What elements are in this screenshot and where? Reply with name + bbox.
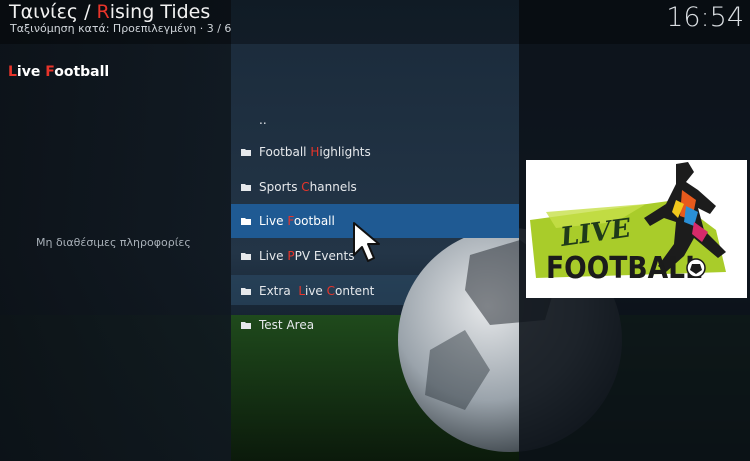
no-info-text: Μη διαθέσιμες πληροφορίες bbox=[36, 236, 191, 249]
parent-directory-label: .. bbox=[259, 113, 267, 127]
breadcrumb-title: Ταινίες / Rising Tides bbox=[9, 1, 210, 23]
info-title-b: ootball bbox=[54, 64, 110, 80]
live-football-logo: LIVE FOOTBALL bbox=[526, 160, 747, 298]
logo-word-football: FOOTBALL bbox=[546, 251, 702, 286]
clock: 16:54 bbox=[666, 2, 744, 33]
folder-icon bbox=[241, 287, 251, 295]
list-item-sports-channels[interactable]: Sports Channels bbox=[231, 170, 519, 204]
list-item-label: Football Highlights bbox=[259, 145, 371, 159]
title-prefix: Ταινίες / bbox=[9, 1, 97, 23]
list-item-extra-live-content[interactable]: Extra Live Content bbox=[231, 274, 519, 308]
parent-directory-item[interactable]: .. bbox=[231, 103, 519, 137]
list-item-football-highlights[interactable]: Football Highlights bbox=[231, 135, 519, 169]
folder-icon bbox=[241, 217, 251, 225]
list-item-label: Test Area bbox=[259, 318, 315, 332]
sort-info: Ταξινόμηση κατά: Προεπιλεγμένη · 3 / 6 bbox=[10, 22, 232, 35]
title-rest: ising Tides bbox=[109, 1, 211, 23]
info-title-f: F bbox=[45, 64, 55, 80]
folder-icon bbox=[241, 252, 251, 260]
list-item-label: Live Football bbox=[259, 214, 335, 228]
title-initial: R bbox=[96, 1, 110, 23]
folder-icon bbox=[241, 183, 251, 191]
mouse-pointer-icon bbox=[352, 221, 382, 269]
header: Ταινίες / Rising Tides Ταξινόμηση κατά: … bbox=[0, 0, 750, 44]
folder-icon bbox=[241, 321, 251, 329]
list-item-test-area[interactable]: Test Area bbox=[231, 308, 519, 342]
info-title: Live Football bbox=[8, 64, 109, 80]
thumbnail-live-football: LIVE FOOTBALL bbox=[526, 160, 747, 298]
info-title-a: ive bbox=[16, 64, 46, 80]
info-title-l: L bbox=[8, 64, 17, 80]
list-item-label: Live PPV Events bbox=[259, 249, 355, 263]
folder-icon bbox=[241, 148, 251, 156]
list-item-label: Sports Channels bbox=[259, 180, 357, 194]
list-item-label: Extra Live Content bbox=[259, 284, 375, 298]
